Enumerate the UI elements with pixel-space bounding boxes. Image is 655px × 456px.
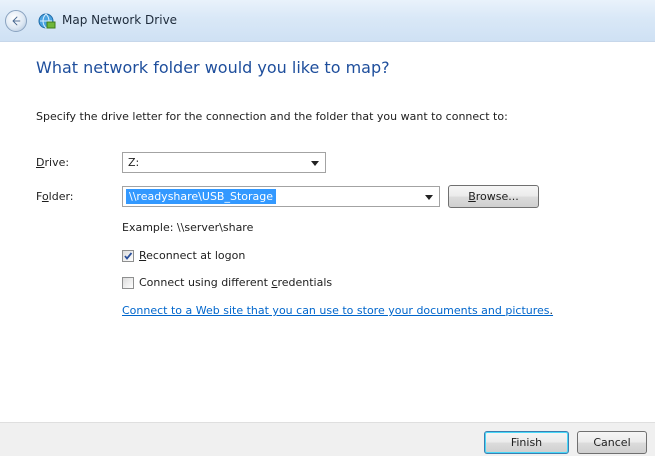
folder-label: Folder: — [36, 190, 74, 203]
window-title: Map Network Drive — [62, 13, 178, 27]
web-site-link[interactable]: Connect to a Web site that you can use t… — [122, 304, 550, 317]
credentials-label: Connect using different credentials — [139, 276, 333, 289]
title-bar: Map Network Drive — [0, 0, 655, 42]
chevron-down-icon — [311, 161, 319, 166]
checkmark-icon — [124, 252, 133, 260]
credentials-checkbox[interactable] — [122, 277, 134, 289]
back-arrow-icon — [11, 16, 21, 26]
chevron-down-icon[interactable] — [425, 195, 433, 200]
browse-button[interactable]: Browse... — [448, 185, 539, 208]
folder-value: \\readyshare\USB_Storage — [126, 189, 277, 204]
back-button[interactable] — [5, 10, 27, 32]
cancel-button[interactable]: Cancel — [577, 431, 647, 454]
drive-label: Drive: — [36, 156, 70, 169]
drive-value: Z: — [128, 156, 140, 169]
reconnect-checkbox[interactable] — [122, 250, 134, 262]
folder-combobox[interactable]: \\readyshare\USB_Storage — [122, 186, 440, 207]
drive-select[interactable]: Z: — [122, 152, 326, 173]
network-drive-icon — [38, 13, 56, 29]
instruction-text: Specify the drive letter for the connect… — [36, 110, 508, 123]
reconnect-label: Reconnect at logon — [139, 249, 246, 262]
web-site-link-row: Connect to a Web site that you can use t… — [122, 304, 554, 317]
page-heading: What network folder would you like to ma… — [36, 58, 390, 77]
example-text: Example: \\server\share — [122, 221, 254, 234]
finish-button[interactable]: Finish — [484, 431, 569, 454]
